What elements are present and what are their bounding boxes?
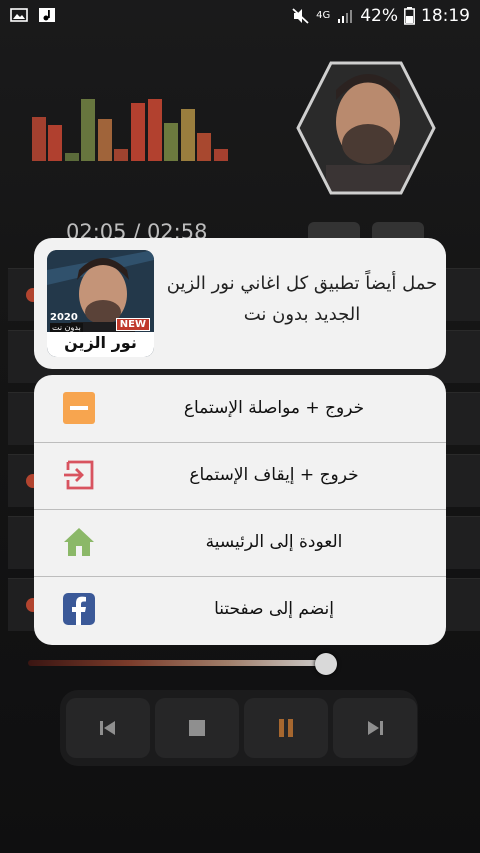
gallery-icon	[10, 8, 28, 22]
battery-icon	[404, 7, 415, 25]
exit-stop-listening-item[interactable]: خروج + إيقاف الإستماع	[34, 442, 446, 510]
home-icon	[64, 528, 94, 556]
signal-icon	[338, 10, 353, 23]
mute-icon	[292, 8, 309, 24]
promo-card[interactable]: 2020 بدون نت NEW نور الزين حمل أيضاً تطب…	[34, 238, 446, 369]
skip-next-icon	[368, 721, 383, 735]
menu-item-label: إنضم إلى صفحتنا	[214, 599, 334, 619]
promo-text[interactable]: حمل أيضاً تطبيق كل اغاني نور الزين الجدي…	[164, 268, 440, 330]
thumb-year-badge: 2020	[50, 312, 78, 323]
equalizer-visualizer	[32, 95, 232, 161]
thumb-title: نور الزين	[64, 333, 137, 352]
exit-icon	[64, 460, 94, 490]
menu-item-label: العودة إلى الرئيسية	[205, 532, 343, 552]
exit-menu: خروج + مواصلة الإستماع خروج + إيقاف الإس…	[34, 375, 446, 645]
seek-bar[interactable]	[28, 660, 328, 666]
pause-button[interactable]	[244, 698, 328, 758]
stop-button[interactable]	[155, 698, 239, 758]
network-type: 4G	[316, 10, 331, 21]
thumb-new-badge: NEW	[115, 318, 150, 331]
player-controls	[60, 690, 418, 766]
minus-icon	[63, 392, 95, 424]
menu-item-label: خروج + إيقاف الإستماع	[189, 465, 359, 485]
clock: 18:19	[421, 6, 470, 26]
music-note-icon	[39, 8, 55, 22]
promo-app-thumbnail[interactable]: 2020 بدون نت NEW نور الزين	[47, 250, 154, 357]
seek-handle[interactable]	[315, 653, 337, 675]
skip-previous-icon	[100, 721, 115, 735]
exit-dialog: 2020 بدون نت NEW نور الزين حمل أيضاً تطب…	[34, 238, 446, 645]
thumb-offline-badge: بدون نت	[50, 323, 83, 332]
join-facebook-item[interactable]: إنضم إلى صفحتنا	[34, 576, 446, 643]
battery-percent: 42%	[360, 6, 398, 26]
artist-avatar	[296, 61, 436, 195]
back-to-home-item[interactable]: العودة إلى الرئيسية	[34, 509, 446, 577]
facebook-icon	[63, 593, 95, 625]
previous-button[interactable]	[66, 698, 150, 758]
stop-icon	[189, 720, 205, 736]
menu-item-label: خروج + مواصلة الإستماع	[183, 398, 365, 418]
status-bar: 4G 42% 18:19	[0, 0, 480, 34]
pause-icon	[279, 719, 293, 737]
next-button[interactable]	[333, 698, 417, 758]
exit-continue-listening-item[interactable]: خروج + مواصلة الإستماع	[34, 375, 446, 443]
